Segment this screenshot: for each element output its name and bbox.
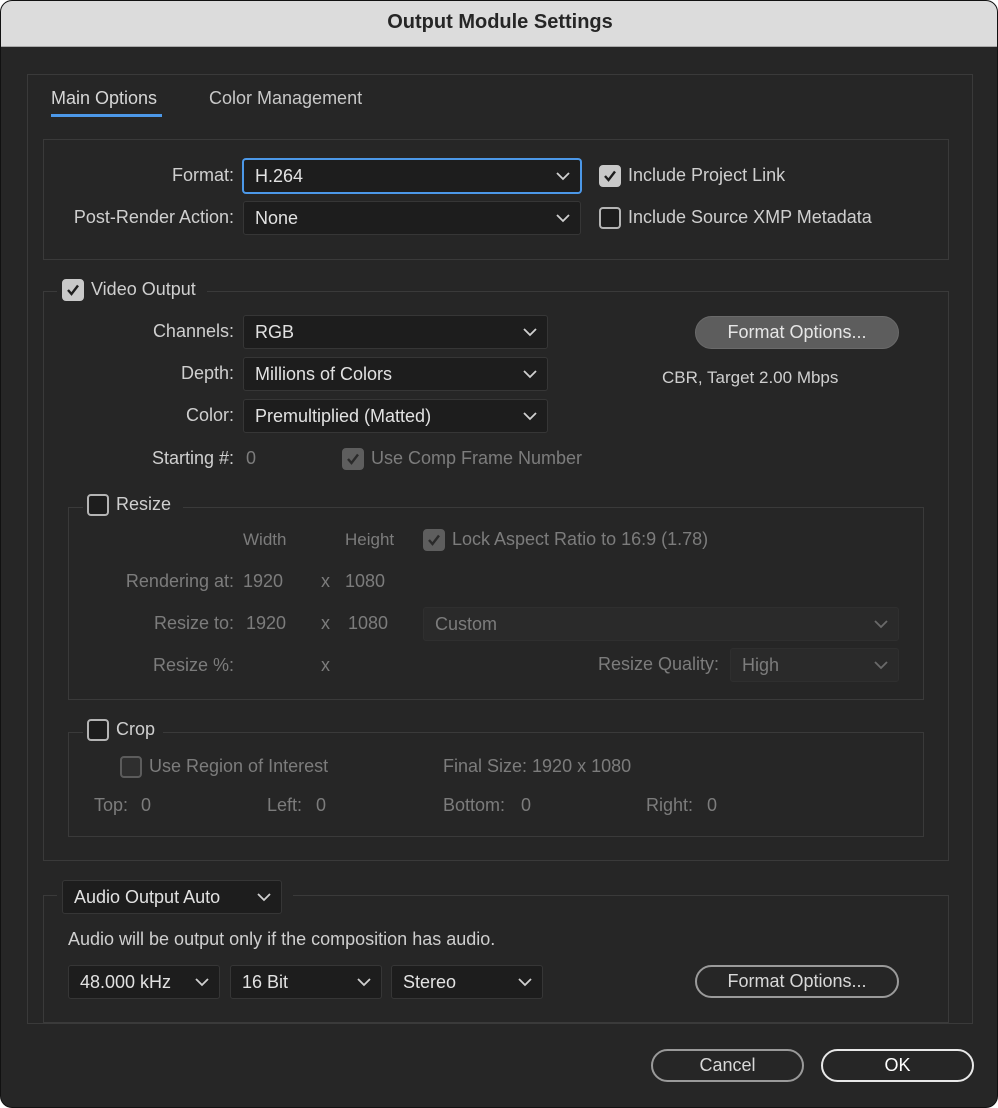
- crop-left-value[interactable]: 0: [316, 795, 326, 816]
- audio-bit-depth-value: 16 Bit: [242, 972, 289, 992]
- resize-to-label: Resize to:: [153, 613, 234, 633]
- checkmark-icon: [347, 453, 359, 465]
- checkmark-icon: [67, 284, 79, 296]
- crop-top-value[interactable]: 0: [141, 795, 151, 816]
- crop-bottom-value[interactable]: 0: [521, 795, 531, 816]
- chevron-down-icon: [874, 660, 888, 670]
- format-dropdown[interactable]: H.264: [243, 159, 581, 193]
- use-region-of-interest-label: Use Region of Interest: [149, 756, 329, 776]
- resize-quality-value: High: [742, 655, 780, 675]
- crop-label: Crop: [116, 719, 156, 739]
- title-bar[interactable]: Output Module Settings: [1, 1, 997, 47]
- format-group: [43, 139, 949, 260]
- include-project-link-label: Include Project Link: [628, 165, 786, 185]
- resize-quality-dropdown[interactable]: High: [730, 648, 899, 682]
- ok-button[interactable]: OK: [821, 1049, 974, 1082]
- format-value: H.264: [255, 166, 304, 186]
- chevron-down-icon: [357, 977, 371, 987]
- crop-checkbox[interactable]: [87, 719, 109, 741]
- audio-sample-rate-dropdown[interactable]: 48.000 kHz: [68, 965, 220, 999]
- depth-dropdown[interactable]: Millions of Colors: [243, 357, 548, 391]
- rendering-width: 1920: [243, 571, 284, 591]
- audio-channels-dropdown[interactable]: Stereo: [391, 965, 543, 999]
- color-value: Premultiplied (Matted): [255, 406, 432, 426]
- color-dropdown[interactable]: Premultiplied (Matted): [243, 399, 548, 433]
- post-render-dropdown[interactable]: None: [243, 201, 581, 235]
- chevron-down-icon: [518, 977, 532, 987]
- checkmark-icon: [428, 534, 440, 546]
- chevron-down-icon: [556, 171, 570, 181]
- video-format-summary: CBR, Target 2.00 Mbps: [662, 368, 839, 387]
- use-region-of-interest-checkbox[interactable]: [120, 756, 142, 778]
- chevron-down-icon: [523, 369, 537, 379]
- audio-channels-value: Stereo: [403, 972, 457, 992]
- cancel-button[interactable]: Cancel: [651, 1049, 804, 1082]
- audio-sample-rate-value: 48.000 kHz: [80, 972, 172, 992]
- chevron-down-icon: [195, 977, 209, 987]
- rendering-height: 1080: [345, 571, 386, 591]
- chevron-down-icon: [523, 411, 537, 421]
- resize-preset-dropdown[interactable]: Custom: [423, 607, 899, 641]
- final-size-label: Final Size: 1920 x 1080: [443, 756, 632, 776]
- crop-top-label: Top:: [94, 795, 129, 815]
- resize-checkbox[interactable]: [87, 494, 109, 516]
- resize-to-x-separator: x: [321, 613, 330, 633]
- video-format-options-button[interactable]: Format Options...: [695, 316, 899, 349]
- chevron-down-icon: [556, 213, 570, 223]
- audio-bit-depth-dropdown[interactable]: 16 Bit: [230, 965, 382, 999]
- crop-right-value[interactable]: 0: [707, 795, 717, 816]
- crop-bottom-label: Bottom:: [443, 795, 506, 815]
- tab-color-management[interactable]: Color Management: [209, 88, 362, 109]
- channels-dropdown[interactable]: RGB: [243, 315, 548, 349]
- resize-quality-label: Resize Quality:: [598, 654, 720, 674]
- color-label: Color:: [185, 405, 234, 425]
- starting-number-label: Starting #:: [151, 448, 234, 468]
- height-header: Height: [345, 530, 395, 549]
- chevron-down-icon: [523, 327, 537, 337]
- audio-output-mode-dropdown[interactable]: Audio Output Auto: [62, 880, 282, 914]
- dialog-title: Output Module Settings: [387, 11, 613, 33]
- resize-percent-label: Resize %:: [152, 655, 234, 675]
- rendering-x-separator: x: [321, 571, 330, 591]
- crop-right-label: Right:: [646, 795, 694, 815]
- starting-number-value[interactable]: 0: [246, 448, 256, 469]
- format-label: Format:: [171, 165, 234, 185]
- audio-format-options-button[interactable]: Format Options...: [695, 965, 899, 998]
- rendering-at-label: Rendering at:: [125, 571, 234, 591]
- video-output-label: Video Output: [91, 279, 196, 299]
- channels-value: RGB: [255, 322, 295, 342]
- resize-to-height[interactable]: 1080: [348, 613, 388, 634]
- chevron-down-icon: [257, 892, 271, 902]
- chevron-down-icon: [874, 619, 888, 629]
- depth-label: Depth:: [180, 363, 234, 383]
- resize-percent-x-separator: x: [321, 655, 330, 675]
- post-render-label: Post-Render Action:: [73, 207, 234, 227]
- include-xmp-label: Include Source XMP Metadata: [628, 207, 872, 227]
- resize-preset-value: Custom: [435, 614, 498, 634]
- use-comp-frame-checkbox[interactable]: [342, 448, 364, 470]
- video-output-checkbox[interactable]: [62, 279, 84, 301]
- include-xmp-checkbox[interactable]: [599, 207, 621, 229]
- include-project-link-checkbox[interactable]: [599, 165, 621, 187]
- crop-group: [68, 732, 924, 837]
- active-tab-indicator: [51, 114, 162, 117]
- post-render-value: None: [255, 208, 299, 228]
- lock-aspect-label: Lock Aspect Ratio to 16:9 (1.78): [452, 529, 709, 549]
- checkmark-icon: [604, 170, 616, 182]
- audio-output-mode-value: Audio Output Auto: [74, 887, 221, 907]
- lock-aspect-checkbox[interactable]: [423, 529, 445, 551]
- width-header: Width: [243, 530, 287, 549]
- tab-main-options[interactable]: Main Options: [51, 88, 157, 109]
- use-comp-frame-label: Use Comp Frame Number: [371, 448, 583, 468]
- output-module-settings-dialog: Output Module Settings Main Options Colo…: [0, 0, 998, 1108]
- resize-label: Resize: [116, 494, 172, 514]
- audio-note: Audio will be output only if the composi…: [68, 929, 496, 949]
- crop-left-label: Left:: [267, 795, 303, 815]
- depth-value: Millions of Colors: [255, 364, 393, 384]
- channels-label: Channels:: [152, 321, 234, 341]
- resize-to-width[interactable]: 1920: [246, 613, 286, 634]
